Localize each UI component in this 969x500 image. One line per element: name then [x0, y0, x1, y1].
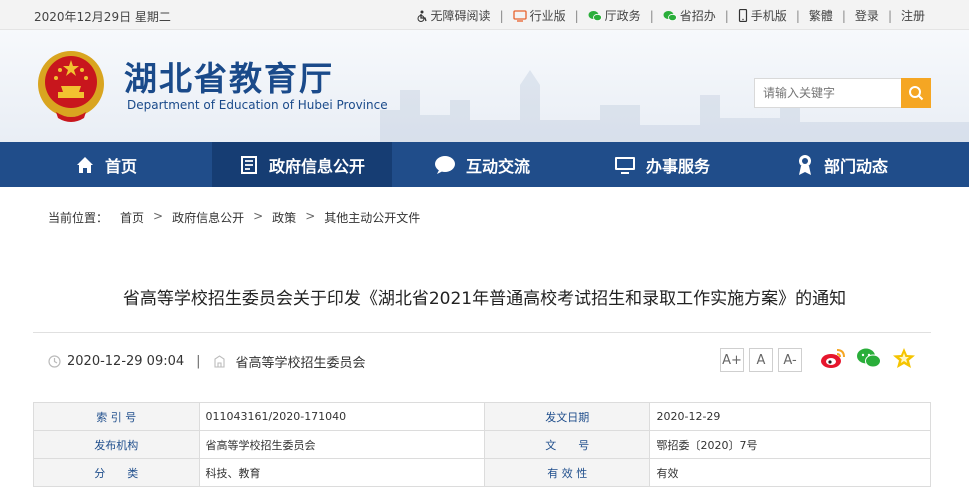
share-buttons: [820, 347, 926, 369]
breadcrumb-separator: >: [253, 209, 264, 223]
site-header: 湖北省教育厅 Department of Education of Hubei …: [0, 30, 969, 142]
dept-wechat-link[interactable]: 厅政务: [588, 7, 641, 24]
monitor-icon: [512, 9, 527, 22]
monitor-icon: [614, 156, 635, 174]
search-input[interactable]: [754, 78, 901, 108]
table-row: 索 引 号 011043161/2020-171040 发文日期 2020-12…: [33, 402, 931, 431]
admissions-wechat-link[interactable]: 省招办: [663, 7, 716, 24]
document-icon: [240, 155, 257, 174]
national-emblem-logo: [38, 51, 104, 122]
separator: |: [887, 8, 892, 23]
site-subtitle: Department of Education of Hubei Provinc…: [127, 98, 388, 112]
table-row: 分 类 科技、教育 有 效 性 有效: [33, 458, 931, 487]
favorite-button[interactable]: [892, 347, 916, 369]
breadcrumb-gov-info[interactable]: 政府信息公开: [172, 209, 244, 226]
nav-item-home[interactable]: 首页: [0, 142, 212, 187]
publisher: 省高等学校招生委员会: [235, 356, 366, 371]
industry-version-label: 行业版: [529, 9, 566, 23]
divider: [33, 332, 931, 333]
chat-bubble-icon: [434, 155, 455, 174]
separator: |: [795, 8, 800, 23]
index-number-value: 011043161/2020-171040: [198, 402, 485, 431]
home-icon: [76, 156, 93, 173]
separator: |: [724, 8, 729, 23]
search-box: [754, 78, 931, 108]
font-increase-button[interactable]: A+: [720, 348, 744, 372]
separator: |: [574, 8, 579, 23]
login-link[interactable]: 登录: [855, 7, 879, 24]
article-meta: 2020-12-29 09:04 | 省高等学校招生委员会: [48, 352, 366, 371]
validity-label: 有 效 性: [483, 458, 651, 487]
nav-label: 互动交流: [465, 156, 530, 176]
clock-icon: [48, 355, 61, 368]
wechat-icon: [857, 348, 881, 368]
category-value: 科技、教育: [198, 458, 485, 487]
wechat-share-button[interactable]: [856, 347, 882, 369]
star-icon: [893, 348, 915, 368]
validity-value: 有效: [649, 458, 931, 487]
dept-wechat-label: 厅政务: [604, 9, 641, 23]
doc-number-value: 鄂招委〔2020〕7号: [649, 430, 931, 459]
top-links: 无障碍阅读 | 行业版 | 厅政务 | 省招办 | 手机版 | 繁體 | 登录 …: [416, 7, 925, 24]
industry-version-link[interactable]: 行业版: [512, 7, 566, 24]
font-size-controls: A+ A A-: [720, 348, 807, 372]
nav-item-services[interactable]: 办事服务: [572, 142, 752, 187]
publisher-value: 省高等学校招生委员会: [198, 430, 485, 459]
document-info-table: 索 引 号 011043161/2020-171040 发文日期 2020-12…: [33, 402, 931, 487]
meta-separator: |: [196, 354, 201, 369]
accessibility-label: 无障碍阅读: [430, 9, 491, 23]
mobile-version-label: 手机版: [750, 9, 787, 23]
separator: |: [649, 8, 654, 23]
mobile-version-link[interactable]: 手机版: [738, 7, 787, 24]
award-icon: [798, 154, 811, 175]
separator: |: [841, 8, 846, 23]
main-nav: 首页 政府信息公开 互动交流 办事服务 部门动态: [0, 142, 969, 187]
nav-item-gov-info[interactable]: 政府信息公开: [212, 142, 392, 187]
breadcrumb-separator: >: [153, 209, 164, 223]
nav-label: 部门动态: [823, 156, 888, 176]
publisher-label: 发布机构: [33, 430, 200, 459]
search-icon: [909, 86, 924, 101]
traditional-chinese-link[interactable]: 繁體: [809, 7, 833, 24]
register-link[interactable]: 注册: [901, 7, 925, 24]
search-button[interactable]: [901, 78, 931, 108]
publish-datetime: 2020-12-29 09:04: [67, 354, 185, 369]
doc-number-label: 文 号: [483, 430, 651, 459]
breadcrumb-separator: >: [305, 209, 316, 223]
breadcrumb-prefix: 当前位置：: [48, 211, 109, 225]
accessibility-link[interactable]: 无障碍阅读: [416, 7, 491, 24]
font-default-button[interactable]: A: [749, 348, 773, 372]
table-row: 发布机构 省高等学校招生委员会 文 号 鄂招委〔2020〕7号: [33, 430, 931, 459]
breadcrumb-other-files[interactable]: 其他主动公开文件: [324, 209, 420, 226]
index-number-label: 索 引 号: [33, 402, 200, 431]
nav-label: 办事服务: [645, 156, 710, 176]
nav-label: 首页: [104, 156, 137, 176]
article-title: 省高等学校招生委员会关于印发《湖北省2021年普通高校考试招生和录取工作实施方案…: [122, 289, 847, 309]
building-icon: [213, 355, 225, 368]
issue-date-label: 发文日期: [483, 402, 651, 431]
top-utility-bar: 2020年12月29日 星期二 无障碍阅读 | 行业版 | 厅政务 | 省招办 …: [0, 0, 969, 30]
wechat-icon: [663, 10, 677, 21]
issue-date-value: 2020-12-29: [649, 402, 931, 431]
breadcrumb-policy[interactable]: 政策: [272, 209, 296, 226]
site-title: 湖北省教育厅: [124, 59, 334, 98]
wheelchair-icon: [417, 10, 427, 22]
admissions-wechat-label: 省招办: [679, 9, 716, 23]
wechat-icon: [588, 10, 602, 21]
nav-label: 政府信息公开: [268, 156, 365, 176]
separator: |: [499, 8, 504, 23]
breadcrumb-home[interactable]: 首页: [120, 209, 144, 226]
nav-item-interaction[interactable]: 互动交流: [392, 142, 572, 187]
breadcrumb: 当前位置： 首页 > 政府信息公开 > 政策 > 其他主动公开文件: [48, 209, 420, 226]
font-decrease-button[interactable]: A-: [778, 348, 802, 372]
current-date: 2020年12月29日 星期二: [34, 10, 171, 24]
nav-item-dept-news[interactable]: 部门动态: [752, 142, 932, 187]
weibo-icon: [821, 349, 845, 368]
mobile-icon: [738, 9, 747, 22]
category-label: 分 类: [33, 458, 200, 487]
weibo-share-button[interactable]: [820, 347, 846, 369]
